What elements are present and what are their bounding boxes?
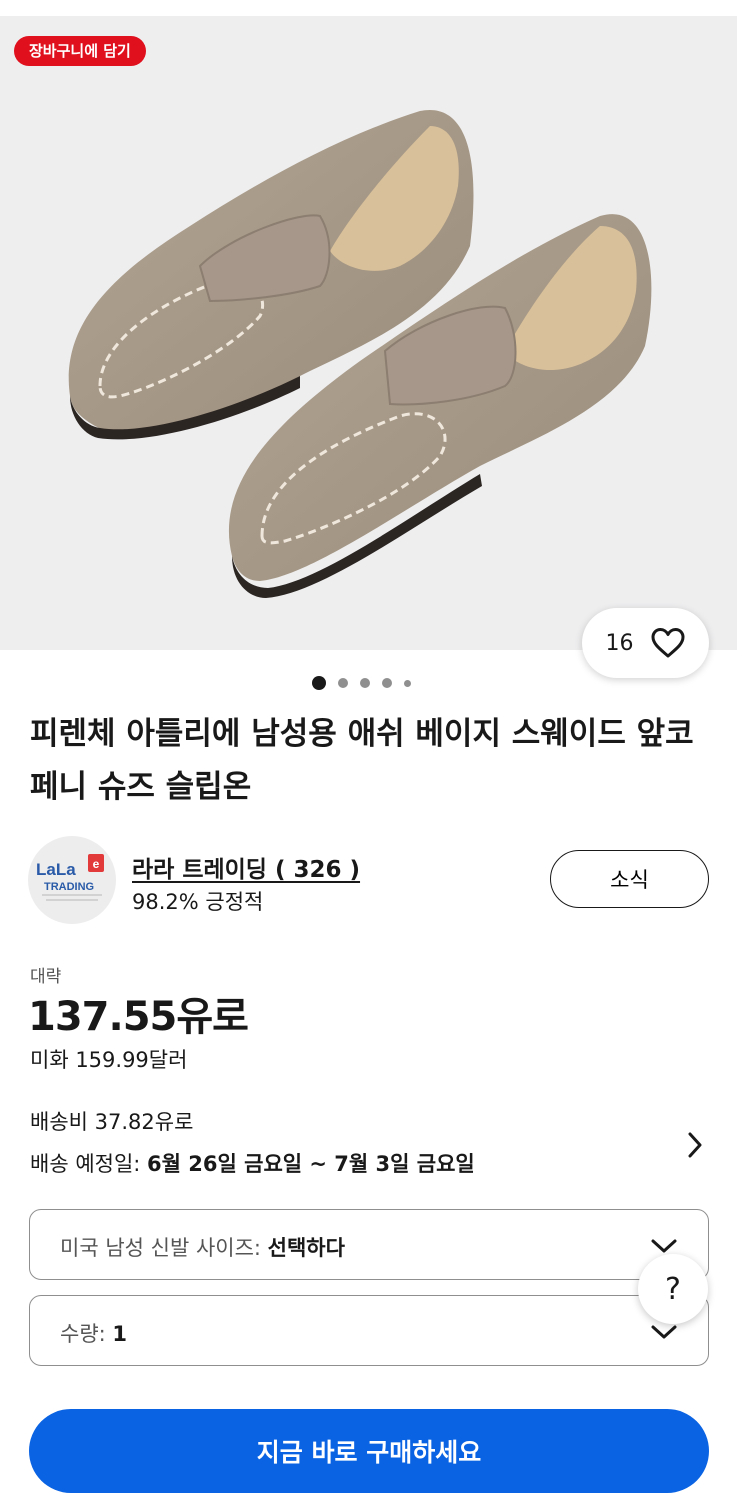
shipping-cost: 배송비 37.82유로	[30, 1110, 194, 1134]
seller-logo-icon: e LaLa TRADING	[36, 854, 104, 901]
pagination-dot[interactable]	[338, 678, 348, 688]
svg-text:LaLa: LaLa	[36, 860, 76, 879]
chevron-down-icon	[651, 1325, 677, 1339]
product-image-loafers	[68, 109, 652, 598]
svg-text:e: e	[93, 857, 100, 871]
heart-icon	[651, 628, 684, 658]
pagination-dot[interactable]	[404, 679, 411, 687]
size-select[interactable]: 미국 남성 신발 사이즈: 선택하다	[29, 1209, 709, 1280]
chevron-right-icon	[688, 1132, 702, 1158]
chevron-down-icon	[651, 1239, 677, 1253]
buy-now-button[interactable]: 지금 바로 구매하세요	[29, 1409, 709, 1493]
delivery-dates: 6월 26일 금요일 ~ 7월 3일 금요일	[147, 1152, 475, 1176]
size-select-label: 미국 남성 신발 사이즈: 선택하다	[60, 1236, 345, 1260]
watch-button[interactable]: 16	[582, 608, 709, 678]
quantity-select-value: 1	[112, 1322, 128, 1346]
size-select-value: 선택하다	[267, 1236, 345, 1260]
image-pagination-dots	[312, 676, 411, 690]
watch-count: 16	[605, 630, 634, 656]
svg-text:TRADING: TRADING	[44, 881, 94, 893]
seller-avatar[interactable]: e LaLa TRADING	[28, 836, 116, 924]
follow-seller-button[interactable]: 소식	[550, 850, 709, 908]
seller-feedback: 98.2% 긍정적	[132, 890, 264, 914]
usd-price: 미화 159.99달러	[30, 1048, 188, 1072]
delivery-label: 배송 예정일:	[30, 1152, 148, 1176]
pagination-dot[interactable]	[360, 678, 370, 688]
pagination-dot-active[interactable]	[312, 676, 326, 690]
delivery-estimate: 배송 예정일: 6월 26일 금요일 ~ 7월 3일 금요일	[30, 1148, 475, 1178]
shipping-info-row[interactable]: 배송비 37.82유로 배송 예정일: 6월 26일 금요일 ~ 7월 3일 금…	[30, 1106, 710, 1186]
product-image-gallery[interactable]: 장바구니에 담기	[0, 16, 737, 650]
quantity-select[interactable]: 수량: 1	[29, 1295, 709, 1366]
product-title: 피렌체 아틀리에 남성용 애쉬 베이지 스웨이드 앞코 페니 슈즈 슬립온	[30, 716, 694, 805]
quantity-select-label: 수량: 1	[60, 1322, 128, 1346]
price: 137.55유로	[28, 994, 249, 1040]
help-button[interactable]: ?	[638, 1254, 708, 1324]
pagination-dot[interactable]	[382, 678, 392, 688]
seller-name-link[interactable]: 라라 트레이딩 ( 326 )	[132, 850, 360, 884]
add-to-cart-badge[interactable]: 장바구니에 담기	[14, 36, 146, 66]
